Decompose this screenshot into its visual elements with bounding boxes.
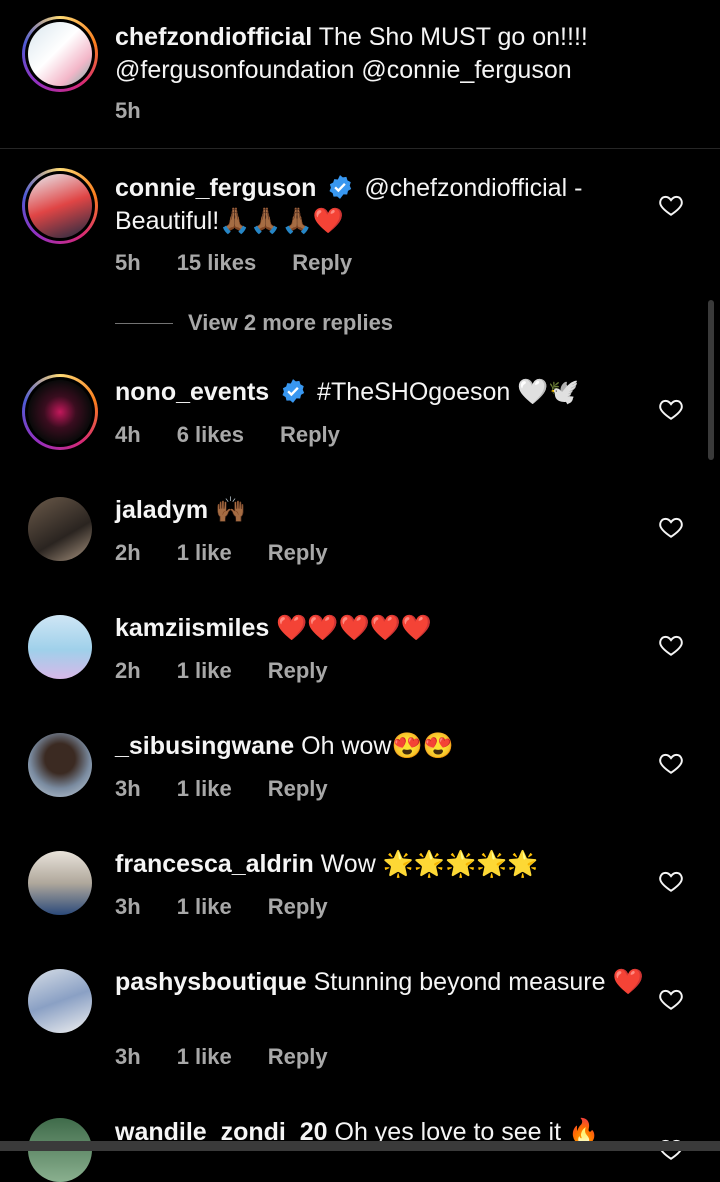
comment-username[interactable]: francesca_aldrin (115, 850, 314, 878)
comment-body: 🙌🏾 (208, 496, 247, 524)
caption-time: 5h (115, 98, 141, 123)
comment-text: nono_events #TheSHOgoeson 🤍🕊️ (115, 376, 645, 409)
comment-time: 2h (115, 540, 141, 565)
heart-outline-icon[interactable] (658, 986, 684, 1012)
avatar[interactable] (28, 497, 92, 561)
reply-button[interactable]: Reply (268, 1044, 328, 1070)
comment-meta: 2h 1 like Reply (115, 658, 364, 684)
avatar[interactable] (28, 615, 92, 679)
reply-button[interactable]: Reply (268, 658, 328, 684)
scrollbar[interactable] (708, 300, 714, 460)
caption-text: chefzondiofficial The Sho MUST go on!!!!… (115, 21, 645, 87)
comment-likes[interactable]: 1 like (177, 658, 232, 684)
comment-meta: 3h 1 like Reply (115, 776, 364, 802)
comment-likes[interactable]: 1 like (177, 894, 232, 920)
comment-meta: 3h 1 like Reply (115, 894, 364, 920)
caption-meta: 5h (115, 98, 177, 124)
comment-body: ❤️❤️❤️❤️❤️ (269, 614, 432, 642)
comment-body: #TheSHOgoeson 🤍🕊️ (317, 378, 580, 406)
verified-badge-icon (282, 379, 305, 403)
post-caption: chefzondiofficial The Sho MUST go on!!!!… (0, 0, 720, 148)
heart-outline-icon[interactable] (658, 632, 684, 658)
comment-text: jaladym 🙌🏾 (115, 494, 645, 527)
heart-outline-icon[interactable] (658, 192, 684, 218)
comment-meta: 5h 15 likes Reply (115, 250, 388, 276)
comment-likes[interactable]: 1 like (177, 776, 232, 802)
comment-likes[interactable]: 1 like (177, 540, 232, 566)
heart-outline-icon[interactable] (658, 750, 684, 776)
reply-button[interactable]: Reply (292, 250, 352, 276)
avatar[interactable] (28, 851, 92, 915)
reply-button[interactable]: Reply (280, 422, 340, 448)
comment-username[interactable]: kamziismiles (115, 614, 269, 642)
comment-username[interactable]: connie_ferguson (115, 174, 316, 202)
reply-button[interactable]: Reply (268, 540, 328, 566)
avatar[interactable] (28, 969, 92, 1033)
comment-body: Oh wow😍😍 (294, 732, 454, 760)
avatar[interactable] (28, 733, 92, 797)
comment-likes[interactable]: 1 like (177, 1044, 232, 1070)
heart-outline-icon[interactable] (658, 396, 684, 422)
comment-time: 2h (115, 658, 141, 683)
comment-text: pashysboutique Stunning beyond measure ❤… (115, 966, 645, 999)
comment-text: francesca_aldrin Wow 🌟🌟🌟🌟🌟 (115, 848, 645, 881)
caption-username[interactable]: chefzondiofficial (115, 23, 312, 51)
verified-badge-icon (329, 175, 352, 199)
comment-username[interactable]: nono_events (115, 378, 269, 406)
comment-text: kamziismiles ❤️❤️❤️❤️❤️ (115, 612, 645, 645)
comment-time: 3h (115, 1044, 141, 1069)
comment-likes[interactable]: 15 likes (177, 250, 257, 276)
bottom-bar (0, 1141, 720, 1151)
comment-body: Wow 🌟🌟🌟🌟🌟 (313, 850, 539, 878)
avatar[interactable] (22, 374, 98, 450)
divider (0, 148, 720, 149)
view-more-replies-label: View 2 more replies (188, 310, 394, 335)
view-more-replies[interactable]: View 2 more replies (115, 310, 393, 336)
comment-body: Stunning beyond measure ❤️ (306, 968, 644, 996)
comment-meta: 3h 1 like Reply (115, 1044, 364, 1070)
comment-username[interactable]: pashysboutique (115, 968, 307, 996)
comment-meta: 4h 6 likes Reply (115, 422, 376, 448)
replies-line (115, 322, 173, 324)
heart-outline-icon[interactable] (658, 514, 684, 540)
comment-time: 3h (115, 894, 141, 919)
avatar[interactable] (22, 168, 98, 244)
reply-button[interactable]: Reply (268, 894, 328, 920)
heart-outline-icon[interactable] (658, 868, 684, 894)
caption-avatar[interactable] (22, 16, 98, 92)
comment-text: _sibusingwane Oh wow😍😍 (115, 730, 645, 763)
comment-text: connie_ferguson @chefzondiofficial - Bea… (115, 172, 645, 238)
comment-time: 5h (115, 250, 141, 275)
comment-meta: 2h 1 like Reply (115, 540, 364, 566)
comment-time: 3h (115, 776, 141, 801)
comment-username[interactable]: jaladym (115, 496, 208, 524)
comment-likes[interactable]: 6 likes (177, 422, 244, 448)
reply-button[interactable]: Reply (268, 776, 328, 802)
comment-time: 4h (115, 422, 141, 447)
comment-username[interactable]: _sibusingwane (115, 732, 294, 760)
